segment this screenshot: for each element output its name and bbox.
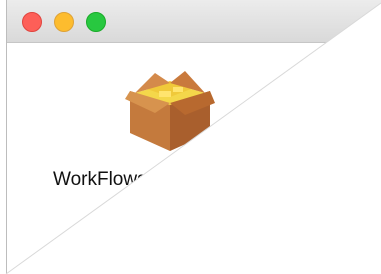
close-button[interactable] <box>22 12 42 32</box>
title-bar <box>7 0 381 43</box>
finder-window: WorkFlows <box>6 0 381 274</box>
package-icon <box>125 71 215 151</box>
screen: WorkFlows <box>0 0 381 274</box>
zoom-button[interactable] <box>86 12 106 32</box>
window-content: WorkFlows <box>7 43 381 274</box>
file-label: WorkFlows <box>53 169 147 190</box>
minimize-button[interactable] <box>54 12 74 32</box>
file-item-workflows[interactable]: WorkFlows <box>47 63 215 190</box>
